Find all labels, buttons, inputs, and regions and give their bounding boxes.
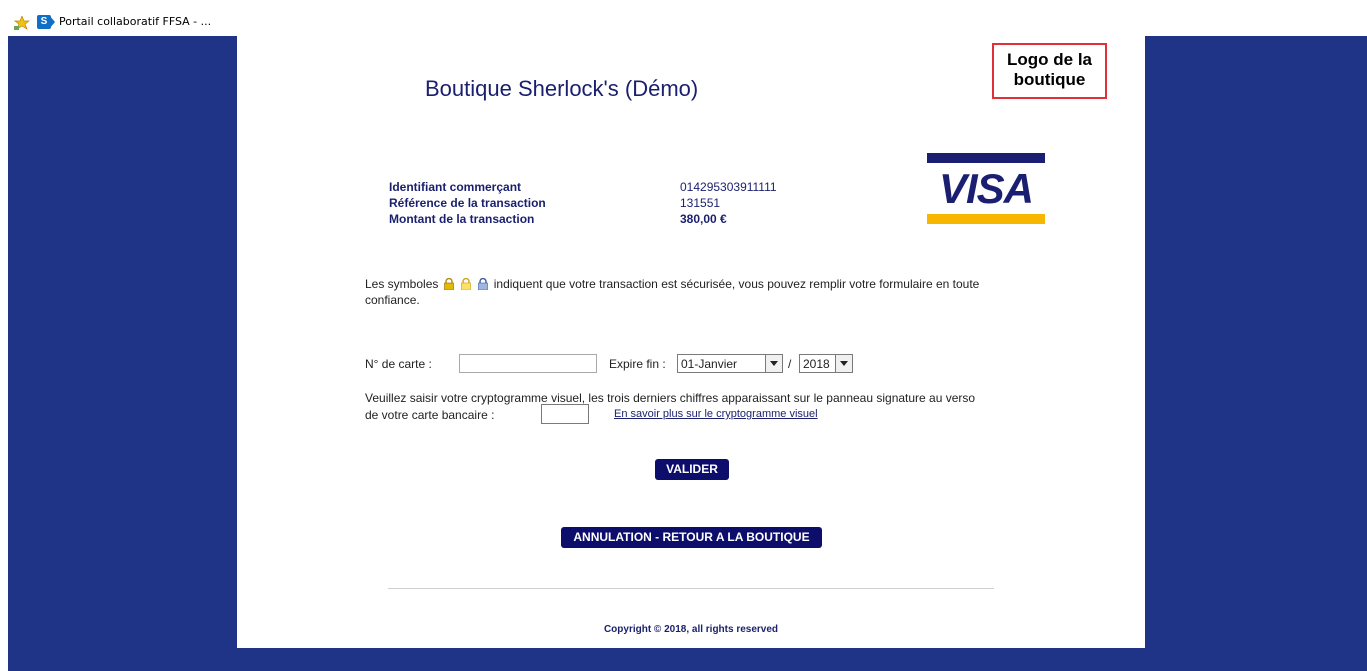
cvv-label: de votre carte bancaire : — [365, 408, 495, 422]
expiry-month-select[interactable]: 01-Janvier — [677, 354, 783, 373]
visa-band-top — [927, 153, 1045, 163]
lock-icon-yellow — [461, 278, 471, 290]
visa-band-bottom — [927, 214, 1045, 224]
merchant-id-label: Identifiant commerçant — [389, 180, 522, 194]
lock-icon-blue — [478, 278, 489, 290]
chevron-down-icon[interactable] — [835, 355, 852, 372]
reference-label: Référence de la transaction — [389, 196, 546, 210]
amount-label: Montant de la transaction — [389, 212, 535, 226]
shop-logo: Logo de la boutique — [992, 43, 1107, 99]
footer-divider — [388, 588, 994, 589]
validate-button[interactable]: VALIDER — [655, 459, 729, 480]
security-notice: Les symboles indiquent que votre transac… — [365, 276, 1005, 308]
copyright-text: Copyright © 2018, all rights reserved — [603, 624, 779, 635]
sharepoint-arrow-icon — [49, 15, 55, 29]
expiry-year-value: 2018 — [803, 357, 830, 371]
amount-value: 380,00 € — [680, 212, 727, 226]
cvv-instructions: Veuillez saisir votre cryptogramme visue… — [365, 391, 976, 405]
merchant-id-value: 014295303911111 — [680, 180, 777, 194]
reference-value: 131551 — [680, 196, 721, 210]
favorites-bar: S Portail collaboratif FFSA - ... — [0, 0, 1367, 30]
cvv-help-link[interactable]: En savoir plus sur le cryptogramme visue… — [614, 408, 818, 420]
lock-icon-gold — [443, 278, 454, 290]
cvv-input[interactable] — [541, 404, 589, 424]
cancel-return-button[interactable]: ANNULATION - RETOUR A LA BOUTIQUE — [561, 527, 822, 548]
security-text-after: indiquent que votre transaction est sécu… — [365, 277, 980, 307]
expiry-separator: / — [788, 357, 792, 371]
card-number-label: N° de carte : — [365, 357, 432, 371]
visa-wordmark: VISA — [938, 165, 1034, 212]
transaction-values: 014295303911111 131551 380,00 € — [680, 179, 777, 227]
chevron-down-icon[interactable] — [765, 355, 782, 372]
expiry-label: Expire fin : — [609, 357, 666, 371]
card-number-input[interactable] — [459, 354, 597, 373]
expiry-month-value: 01-Janvier — [681, 357, 738, 371]
favorite-link[interactable]: Portail collaboratif FFSA - ... — [59, 15, 211, 28]
shop-title: Boutique Sherlock's (Démo) — [425, 76, 699, 101]
transaction-labels: Identifiant commerçant Référence de la t… — [389, 179, 546, 227]
visa-logo: VISA — [927, 153, 1045, 225]
payment-panel: Boutique Sherlock's (Démo) Logo de la bo… — [237, 36, 1145, 648]
expiry-year-select[interactable]: 2018 — [799, 354, 853, 373]
security-text-before: Les symboles — [365, 277, 439, 291]
favorites-star-icon[interactable] — [14, 16, 30, 30]
